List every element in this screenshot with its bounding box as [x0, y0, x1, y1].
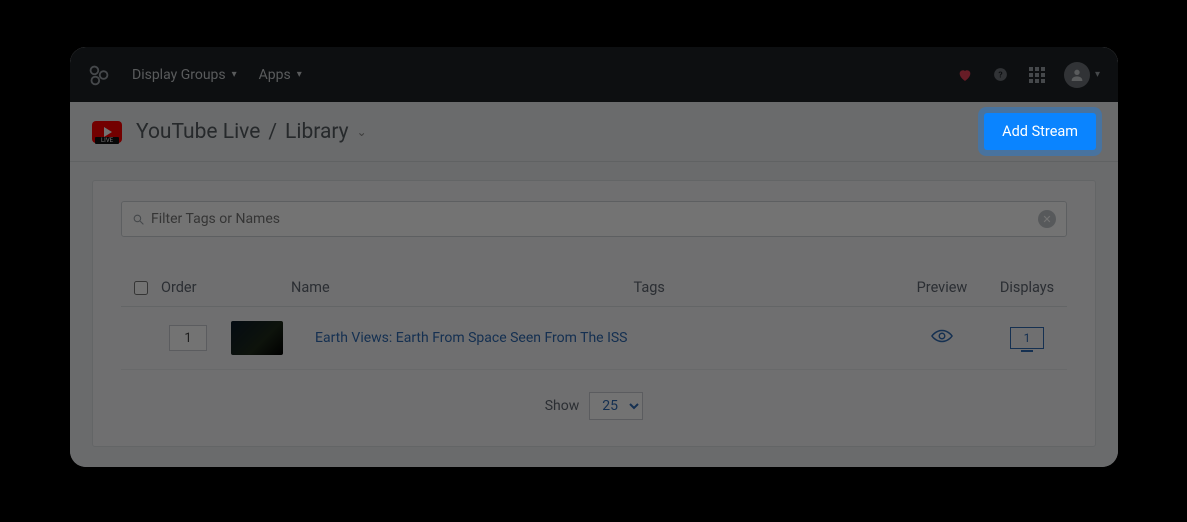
account-menu[interactable]: ▾	[1064, 62, 1100, 88]
chevron-down-icon: ▾	[232, 69, 237, 80]
heart-icon[interactable]	[956, 66, 974, 84]
apps-grid-icon[interactable]	[1028, 66, 1046, 84]
stream-name-link[interactable]: Earth Views: Earth From Space Seen From …	[291, 330, 644, 346]
content-panel: ✕ Order Name Tags Preview Displays 1 Ear…	[92, 180, 1096, 447]
table-row: 1 Earth Views: Earth From Space Seen Fro…	[121, 307, 1067, 370]
nav-apps[interactable]: Apps ▾	[259, 67, 302, 83]
clear-search-icon[interactable]: ✕	[1038, 210, 1056, 228]
order-input[interactable]: 1	[169, 325, 207, 351]
help-icon[interactable]: ?	[992, 66, 1010, 84]
search-input-wrap[interactable]: ✕	[121, 201, 1067, 237]
header-preview[interactable]: Preview	[897, 279, 987, 296]
breadcrumb[interactable]: YouTube Live / Library ⌄	[136, 120, 367, 144]
chevron-down-icon: ▾	[1095, 69, 1100, 80]
subheader: LIVE YouTube Live / Library ⌄ Add Stream	[70, 102, 1118, 162]
eye-icon	[931, 329, 953, 343]
stream-thumbnail[interactable]	[231, 321, 283, 355]
header-name[interactable]: Name	[291, 279, 634, 296]
avatar-icon	[1064, 62, 1090, 88]
chevron-down-icon: ⌄	[357, 125, 367, 139]
brand-logo[interactable]	[88, 64, 110, 86]
chevron-down-icon: ▾	[297, 69, 302, 80]
header-order[interactable]: Order	[161, 279, 291, 296]
header-tags[interactable]: Tags	[634, 279, 897, 296]
nav-apps-label: Apps	[259, 67, 291, 83]
pager-label: Show	[545, 398, 580, 414]
nav-display-groups-label: Display Groups	[132, 67, 226, 83]
breadcrumb-app: YouTube Live	[136, 120, 260, 144]
select-all-checkbox[interactable]	[134, 281, 148, 295]
search-icon	[132, 213, 145, 226]
topbar: Display Groups ▾ Apps ▾ ? ▾	[70, 47, 1118, 102]
nav-display-groups[interactable]: Display Groups ▾	[132, 67, 237, 83]
search-input[interactable]	[151, 211, 1038, 227]
pagination: Show 25	[121, 392, 1067, 420]
youtube-live-badge: LIVE	[95, 137, 119, 144]
breadcrumb-section: Library	[285, 120, 349, 144]
displays-count[interactable]: 1	[1010, 327, 1044, 349]
table-header: Order Name Tags Preview Displays	[121, 279, 1067, 307]
preview-button[interactable]	[897, 329, 987, 347]
svg-text:?: ?	[999, 70, 1003, 80]
header-displays[interactable]: Displays	[987, 279, 1067, 296]
add-stream-button[interactable]: Add Stream	[984, 113, 1096, 150]
page-size-select[interactable]: 25	[589, 392, 643, 420]
